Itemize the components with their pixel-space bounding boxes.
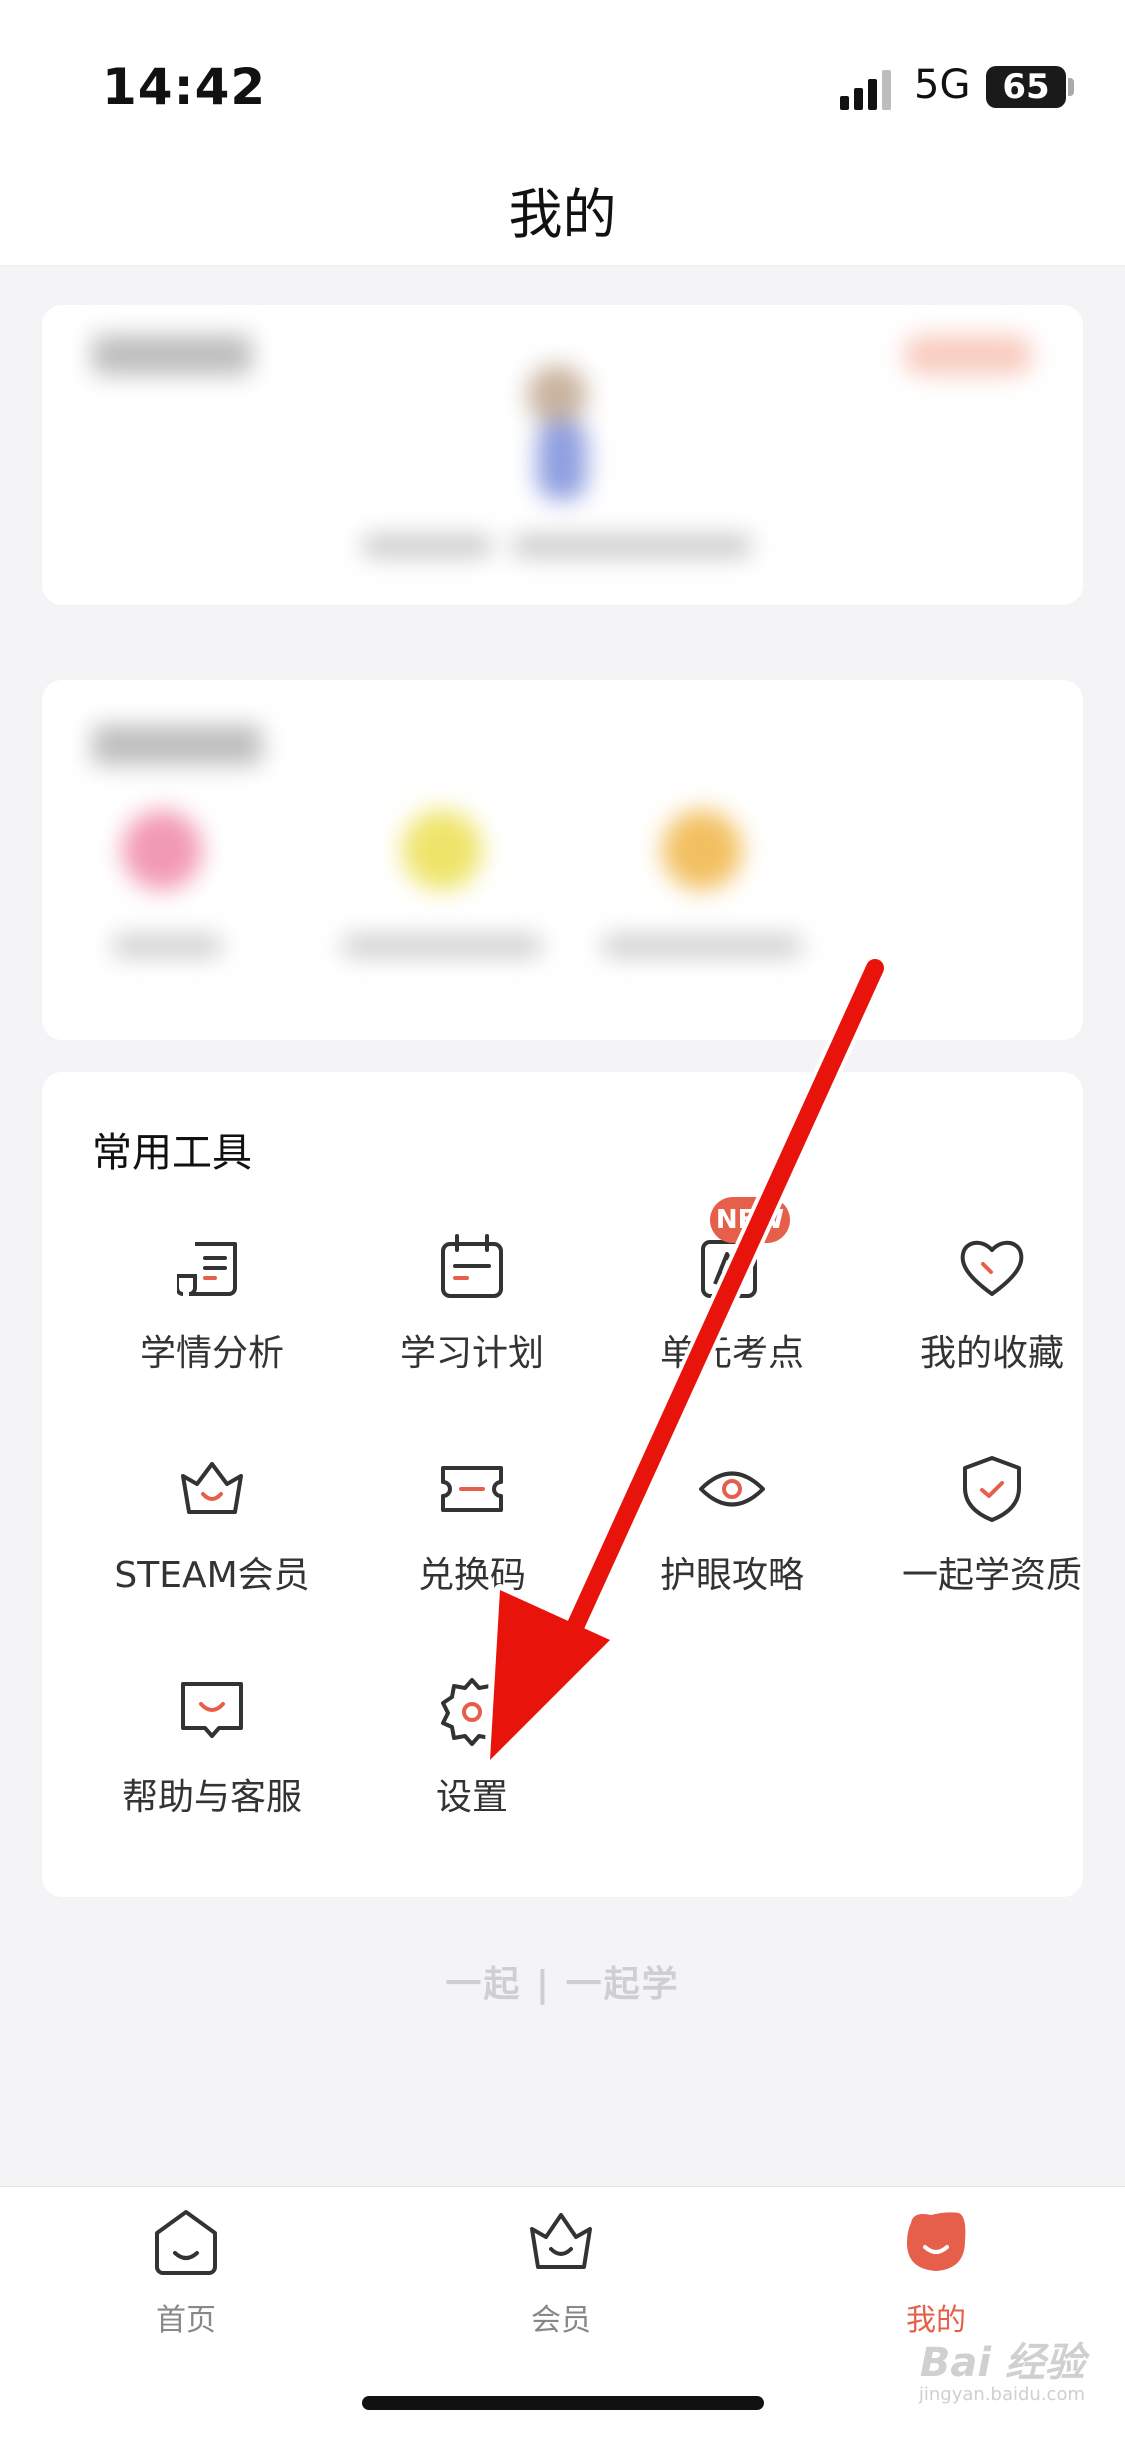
tab-label: 会员 bbox=[531, 2303, 591, 2338]
tool-study-plan[interactable]: 学习计划 bbox=[342, 1232, 602, 1402]
tab-home[interactable]: 首页 bbox=[86, 2207, 286, 2347]
status-bar: 14:42 5G 65 bbox=[0, 0, 1125, 150]
tool-my-favorites[interactable]: 我的收藏 bbox=[862, 1232, 1122, 1402]
blurred-section-card[interactable] bbox=[42, 680, 1083, 1040]
tool-label: STEAM会员 bbox=[114, 1555, 310, 1596]
tool-label: 兑换码 bbox=[417, 1555, 526, 1596]
navigation-bar: 我的 bbox=[0, 150, 1125, 266]
profile-icon bbox=[907, 2212, 966, 2271]
help-chat-icon bbox=[181, 1682, 243, 1738]
eye-icon bbox=[699, 1471, 765, 1507]
tool-label: 学情分析 bbox=[139, 1333, 284, 1374]
tool-redeem-code[interactable]: 兑换码 bbox=[342, 1454, 602, 1624]
crown-icon bbox=[181, 1462, 243, 1514]
report-icon bbox=[177, 1242, 237, 1296]
common-tools-card: 常用工具 学情分析 学习计划 单元考点 我的收藏 NEW STEAM会员 兑换码… bbox=[42, 1072, 1083, 1897]
brand-logo: 一起 | 一起学 bbox=[445, 1964, 680, 2005]
shield-icon bbox=[963, 1456, 1021, 1522]
profile-card[interactable] bbox=[42, 305, 1083, 605]
cellular-signal-icon bbox=[840, 70, 891, 110]
watermark: Bai 经验 bbox=[919, 2340, 1085, 2386]
heart-icon bbox=[960, 1240, 1024, 1296]
ticket-icon bbox=[441, 1466, 503, 1512]
battery-level: 65 bbox=[986, 66, 1066, 108]
home-icon bbox=[155, 2210, 217, 2275]
tool-eye-care-guide[interactable]: 护眼攻略 bbox=[602, 1454, 862, 1624]
tool-steam-membership[interactable]: STEAM会员 bbox=[82, 1454, 342, 1624]
home-indicator[interactable] bbox=[362, 2396, 764, 2410]
tool-learning-analysis[interactable]: 学情分析 bbox=[82, 1232, 342, 1402]
tab-label: 首页 bbox=[156, 2303, 216, 2338]
tools-section-title: 常用工具 bbox=[92, 1130, 252, 1176]
page-title: 我的 bbox=[508, 183, 617, 246]
tool-label: 单元考点 bbox=[659, 1333, 804, 1374]
tab-membership[interactable]: 会员 bbox=[461, 2207, 661, 2347]
tool-label: 一起学资质 bbox=[901, 1555, 1082, 1596]
tool-help-support[interactable]: 帮助与客服 bbox=[82, 1676, 342, 1846]
tab-me[interactable]: 我的 bbox=[836, 2207, 1036, 2347]
tool-label: 帮助与客服 bbox=[121, 1777, 302, 1818]
gear-icon bbox=[441, 1678, 503, 1746]
tool-settings[interactable]: 设置 bbox=[342, 1676, 602, 1846]
network-type: 5G bbox=[914, 62, 971, 108]
tool-label: 设置 bbox=[435, 1777, 508, 1818]
calendar-icon bbox=[441, 1234, 503, 1298]
tool-qualification[interactable]: 一起学资质 bbox=[862, 1454, 1122, 1624]
watermark-url: jingyan.baidu.com bbox=[918, 2384, 1085, 2405]
status-time: 14:42 bbox=[102, 58, 267, 116]
tool-label: 我的收藏 bbox=[919, 1333, 1064, 1374]
tool-label: 学习计划 bbox=[399, 1333, 544, 1374]
battery-tip-icon bbox=[1068, 78, 1074, 96]
tool-label: 护眼攻略 bbox=[659, 1555, 804, 1596]
crown-icon bbox=[530, 2213, 592, 2269]
tool-unit-exam-points[interactable]: 单元考点 bbox=[602, 1232, 862, 1402]
new-badge: NEW bbox=[710, 1197, 790, 1243]
